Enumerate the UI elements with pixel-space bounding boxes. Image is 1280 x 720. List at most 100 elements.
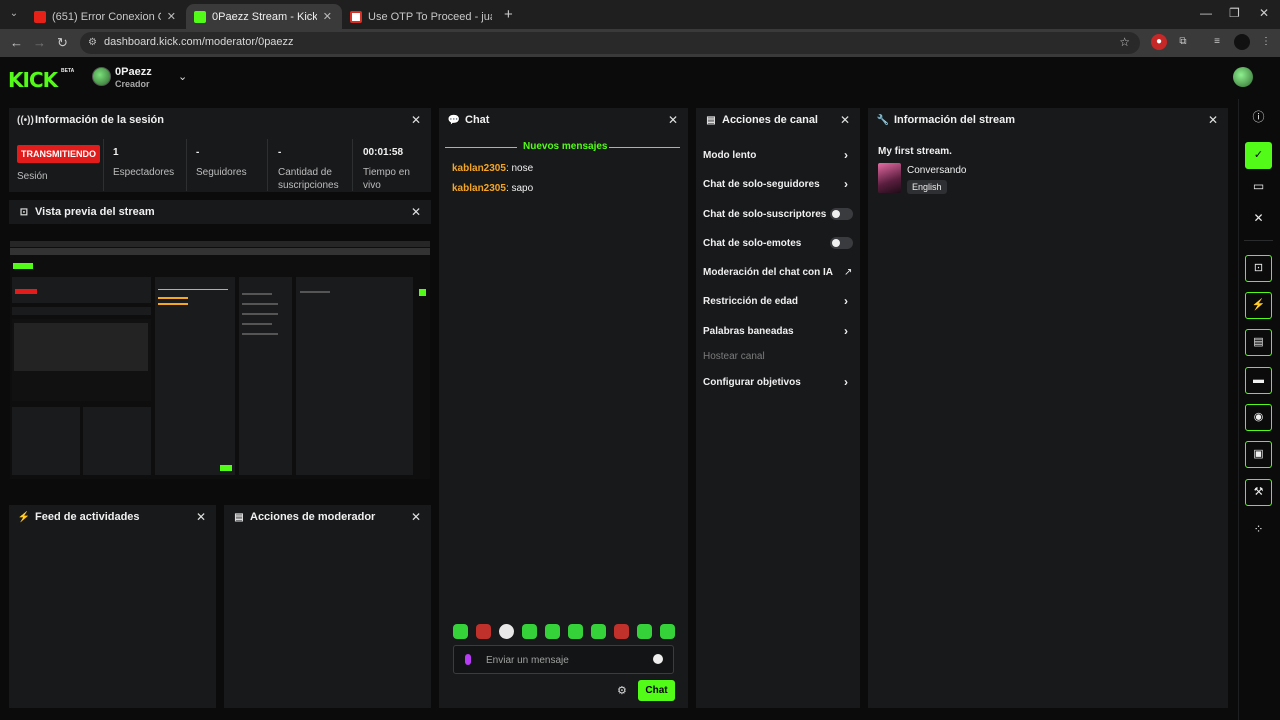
emote-icon[interactable] <box>568 624 583 639</box>
browser-tab[interactable]: (651) Error Conexion OBS - KICK ✕ <box>26 4 186 29</box>
extensions-puzzle-icon[interactable]: ⧉ <box>1175 34 1191 50</box>
chat-bubble-icon[interactable]: ▬ <box>1245 367 1272 394</box>
gmail-icon <box>350 10 362 23</box>
camera-icon: ⊡ <box>19 206 29 218</box>
apps-icon[interactable]: ⁘ <box>1245 516 1272 543</box>
channel-name[interactable]: 0Paezz <box>115 66 152 78</box>
emote-icon[interactable] <box>614 624 629 639</box>
external-link-icon[interactable]: ↗ <box>844 267 852 278</box>
followers-value: - <box>196 147 200 158</box>
media-controls-icon[interactable]: ≡ <box>1209 34 1225 50</box>
emote-icon[interactable] <box>453 624 468 639</box>
chevron-right-icon[interactable]: › <box>844 148 848 162</box>
tab-search-icon[interactable]: ⌄ <box>6 6 22 22</box>
slow-mode-item[interactable]: Modo lento <box>703 150 756 161</box>
chevron-right-icon[interactable]: › <box>844 177 848 191</box>
bookmark-star-icon[interactable]: ☆ <box>1119 35 1130 49</box>
stream-preview-video[interactable] <box>10 241 430 479</box>
avatar[interactable] <box>92 67 111 86</box>
emote-icon[interactable] <box>522 624 537 639</box>
emotes-only-item[interactable]: Chat de solo-emotes <box>703 238 801 249</box>
url-field[interactable]: ⚙ dashboard.kick.com/moderator/0paezz ☆ <box>80 32 1140 54</box>
set-goals-item[interactable]: Configurar objetivos <box>703 377 801 388</box>
close-icon[interactable]: ✕ <box>167 10 176 23</box>
emote-icon[interactable] <box>545 624 560 639</box>
user-avatar[interactable] <box>1233 67 1253 87</box>
profile-icon[interactable] <box>1234 34 1250 50</box>
close-icon[interactable]: ✕ <box>1208 113 1218 127</box>
chat-settings-gear-icon[interactable]: ⚙ <box>617 684 627 697</box>
kick-logo[interactable]: KICK <box>8 68 58 92</box>
clipboard-icon[interactable]: ▣ <box>1245 441 1272 468</box>
emote-icon[interactable] <box>660 624 675 639</box>
emote-bar <box>453 624 675 639</box>
emoji-picker-icon[interactable] <box>653 654 663 664</box>
emote-icon[interactable] <box>476 624 491 639</box>
close-icon[interactable]: ✕ <box>411 205 421 219</box>
age-restriction-item[interactable]: Restricción de edad <box>703 296 798 307</box>
menu-dots-icon[interactable]: ⋮ <box>1258 34 1274 50</box>
lightning-icon[interactable]: ⚡ <box>1245 292 1272 319</box>
stream-title[interactable]: My first stream. <box>878 146 952 157</box>
chevron-right-icon[interactable]: › <box>844 324 848 338</box>
subs-value: - <box>278 147 282 158</box>
channel-actions-panel: ▤ Acciones de canal ✕ <box>696 108 860 708</box>
info-icon[interactable]: ⓘ <box>1245 104 1272 131</box>
dashboard-header: KICK BETA 0Paezz Creador ⌄ <box>0 57 1280 99</box>
new-messages-divider[interactable]: Nuevos mensajes <box>445 141 680 153</box>
chat-bubble-icon: 💬 <box>447 114 461 126</box>
close-icon[interactable]: ✕ <box>1245 205 1272 232</box>
chat-username[interactable]: kablan2305 <box>452 183 506 194</box>
followers-only-item[interactable]: Chat de solo-seguidores <box>703 179 820 190</box>
microphone-icon[interactable] <box>465 654 471 665</box>
window-close-button[interactable]: ✕ <box>1259 6 1269 20</box>
maximize-button[interactable]: ❐ <box>1229 6 1240 20</box>
close-icon[interactable]: ✕ <box>323 10 332 23</box>
emote-icon[interactable] <box>591 624 606 639</box>
browser-tabbar: ⌄ (651) Error Conexion OBS - KICK ✕ 0Pae… <box>0 0 1280 29</box>
banned-words-item[interactable]: Palabras baneadas <box>703 326 794 337</box>
new-tab-button[interactable]: + <box>504 6 513 23</box>
send-chat-button[interactable]: Chat <box>638 680 675 701</box>
extension-icon[interactable]: ● <box>1151 34 1167 50</box>
emotes-only-toggle[interactable] <box>830 237 853 249</box>
chevron-right-icon[interactable]: › <box>844 375 848 389</box>
subscribers-only-item[interactable]: Chat de solo-suscriptores <box>703 209 826 220</box>
minimize-button[interactable]: — <box>1200 6 1212 20</box>
reload-button[interactable]: ↻ <box>57 35 68 51</box>
panel-title: Acciones de canal <box>722 114 818 126</box>
broadcast-icon[interactable]: ◉ <box>1245 404 1272 431</box>
document-icon[interactable]: ▤ <box>1245 329 1272 356</box>
moderator-actions-panel: ▤ Acciones de moderador ✕ <box>224 505 431 708</box>
browser-tab-active[interactable]: 0Paezz Stream - Kick Dashboard ✕ <box>186 4 342 29</box>
wrench-icon: 🔧 <box>876 114 890 126</box>
close-icon[interactable]: ✕ <box>411 113 421 127</box>
emote-icon[interactable] <box>499 624 514 639</box>
back-button[interactable]: ← <box>10 35 23 50</box>
ai-moderation-item[interactable]: Moderación del chat con IA <box>703 267 833 278</box>
close-icon[interactable]: ✕ <box>411 510 421 524</box>
camera-icon[interactable]: ⊡ <box>1245 255 1272 282</box>
chat-message-input[interactable] <box>486 652 646 668</box>
chevron-down-icon[interactable]: ⌄ <box>178 70 187 83</box>
browser-tab[interactable]: Use OTP To Proceed - juandavi... <box>342 4 502 29</box>
stream-category[interactable]: Conversando <box>907 165 966 176</box>
close-icon[interactable]: ✕ <box>840 113 850 127</box>
address-bar: ← → ↻ ⚙ dashboard.kick.com/moderator/0pa… <box>0 29 1280 57</box>
chat-username[interactable]: kablan2305 <box>452 163 506 174</box>
clipboard-icon: ▤ <box>706 114 716 126</box>
site-settings-icon[interactable]: ⚙ <box>88 37 97 48</box>
emote-icon[interactable] <box>637 624 652 639</box>
subscribers-only-toggle[interactable] <box>830 208 853 220</box>
close-icon[interactable]: ✕ <box>196 510 206 524</box>
language-tag[interactable]: English <box>907 180 947 194</box>
layout-icon[interactable]: ▭ <box>1245 173 1272 200</box>
forward-button[interactable]: → <box>33 35 46 50</box>
activity-feed-panel: ⚡ Feed de actividades ✕ <box>9 505 216 708</box>
check-icon[interactable]: ✓ <box>1245 142 1272 169</box>
close-icon[interactable]: ✕ <box>668 113 678 127</box>
host-channel-item: Hostear canal <box>703 351 765 362</box>
live-time-value: 00:01:58 <box>363 147 404 158</box>
chevron-right-icon[interactable]: › <box>844 294 848 308</box>
wrench-icon[interactable]: ⚒ <box>1245 479 1272 506</box>
